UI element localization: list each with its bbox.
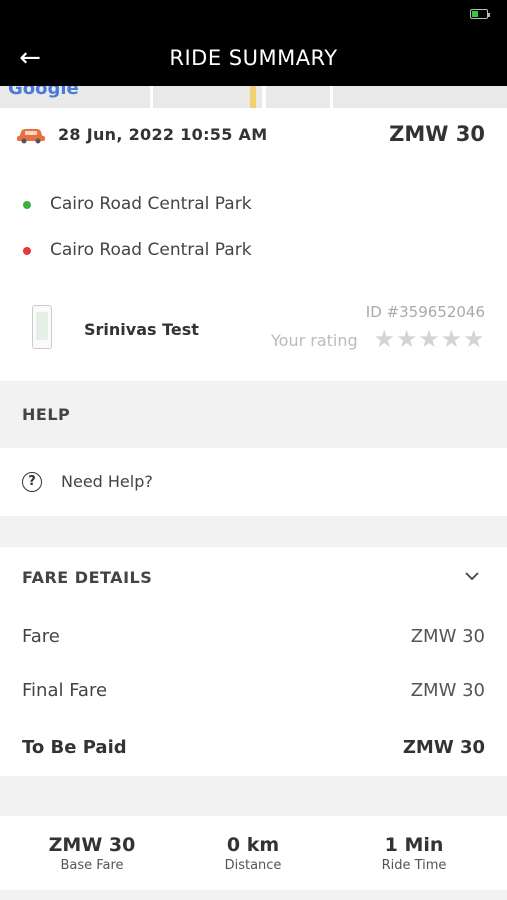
stat-label: Distance [224,858,282,873]
fare-details-card: FARE DETAILS Fare ZMW 30 Final Fare ZMW … [0,547,507,776]
driver-avatar [32,305,52,349]
rating-label: Your rating [271,331,358,350]
stat-label: Ride Time [381,858,447,873]
fare-label: Fare [22,626,60,647]
status-bar [0,0,507,30]
fare-details-title: FARE DETAILS [22,568,153,587]
ride-stats: ZMW 30 Base Fare 0 km Distance 1 Min Rid… [0,816,507,890]
need-help-label: Need Help? [61,472,153,491]
question-circle-icon: ? [22,472,42,492]
star-icon[interactable]: ★ [463,327,485,351]
to-be-paid-value: ZMW 30 [402,737,485,758]
pickup-location: Cairo Road Central Park [50,194,252,214]
star-icon[interactable]: ★ [440,327,463,351]
final-fare-label: Final Fare [22,680,108,701]
fare-value: ZMW 30 [410,626,485,647]
stat-ride-time: 1 Min Ride Time [339,834,489,873]
battery-icon [470,9,490,19]
need-help-row[interactable]: ? Need Help? [0,448,507,516]
stat-base-fare: ZMW 30 Base Fare [17,834,167,873]
stat-value: 1 Min [384,834,444,856]
star-icon[interactable]: ★ [395,327,418,351]
final-fare-value: ZMW 30 [410,680,485,701]
back-arrow-icon[interactable]: ← [12,40,48,76]
help-section-title: HELP [22,405,71,424]
stat-distance: 0 km Distance [178,834,328,873]
star-icon[interactable]: ★ [373,327,395,351]
stat-value: 0 km [226,834,280,856]
car-icon [17,129,45,144]
route-map[interactable]: Google [0,86,507,108]
dropoff-dot-icon [23,247,31,255]
ride-datetime: 28 Jun, 2022 10:55 AM [58,125,268,144]
dropoff-location: Cairo Road Central Park [50,240,252,260]
driver-name: Srinivas Test [84,320,199,339]
rating-stars[interactable]: ★ ★ ★ ★ ★ [373,327,485,351]
page-title: RIDE SUMMARY [169,46,338,70]
map-logo: Google [8,86,79,99]
ride-card: 28 Jun, 2022 10:55 AM ZMW 30 Cairo Road … [0,108,507,381]
star-icon[interactable]: ★ [418,327,440,351]
to-be-paid-label: To Be Paid [22,737,127,758]
stat-value: ZMW 30 [48,834,136,856]
ride-total: ZMW 30 [389,122,485,146]
pickup-dot-icon [23,201,31,209]
app-header: RIDE SUMMARY ← [0,30,507,86]
ride-id: ID #359652046 [365,303,485,321]
chevron-down-icon[interactable] [465,569,479,583]
stat-label: Base Fare [60,858,124,873]
